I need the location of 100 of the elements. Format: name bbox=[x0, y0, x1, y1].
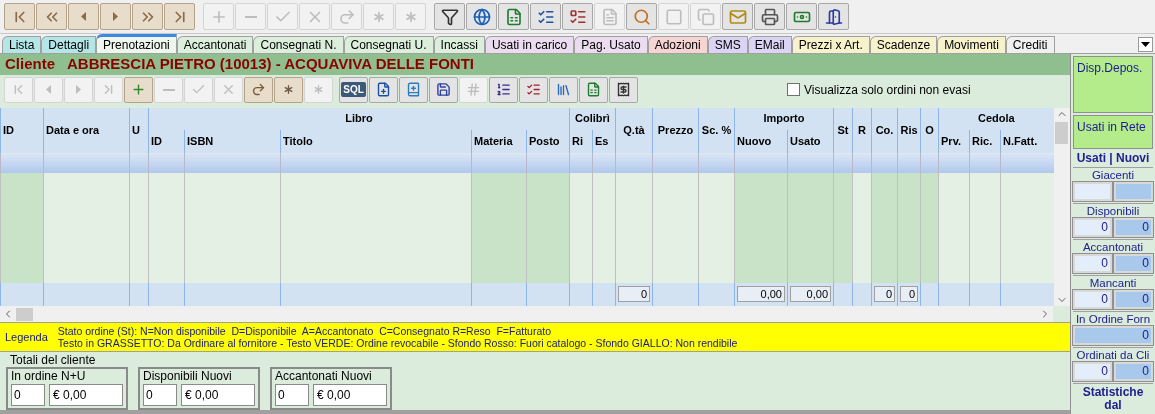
sql-button[interactable]: SQL bbox=[339, 76, 368, 103]
tab[interactable]: Incassi bbox=[433, 36, 485, 53]
column-header: Prv. bbox=[938, 129, 970, 153]
file-plus-icon bbox=[376, 82, 391, 98]
stat-field: 0 bbox=[1073, 362, 1112, 381]
rewind-button[interactable] bbox=[36, 3, 67, 30]
tab[interactable]: SMS bbox=[707, 36, 748, 53]
table-cell bbox=[938, 152, 970, 173]
stat-field: 0 bbox=[1114, 290, 1153, 309]
tab[interactable]: Dettagli bbox=[41, 36, 97, 53]
tab[interactable]: Prenotazioni bbox=[96, 34, 177, 53]
tab[interactable]: EMail bbox=[747, 36, 792, 53]
total-field: 0 bbox=[618, 286, 650, 303]
tab[interactable]: Crediti bbox=[1005, 36, 1055, 53]
new-button[interactable] bbox=[274, 76, 303, 103]
tab[interactable]: Adozioni bbox=[647, 36, 708, 53]
table-cell bbox=[1000, 152, 1054, 173]
column-group-header: Colibrì bbox=[569, 107, 616, 130]
tab[interactable]: Accantonati bbox=[176, 36, 254, 53]
books-button[interactable] bbox=[549, 76, 578, 103]
stat-field: 0 bbox=[1073, 218, 1112, 237]
total-field: 0 bbox=[874, 286, 895, 303]
exit-button[interactable] bbox=[818, 3, 849, 30]
mail-button[interactable] bbox=[722, 3, 753, 30]
pages-icon bbox=[696, 7, 715, 26]
new-document-button[interactable] bbox=[369, 76, 398, 103]
previous-button[interactable] bbox=[68, 3, 99, 30]
quantity-field[interactable]: 0 bbox=[143, 384, 177, 407]
column-header: Materia bbox=[471, 129, 527, 153]
column-header: Posto bbox=[526, 129, 570, 153]
globe-icon bbox=[472, 7, 491, 26]
stat-label: Giacenti bbox=[1090, 168, 1136, 182]
checkbox[interactable] bbox=[787, 83, 800, 97]
checkbox-label: Visualizza solo ordini non evasi bbox=[804, 81, 971, 99]
column-group-header: Importo bbox=[734, 107, 834, 130]
column-header: Ric. bbox=[969, 129, 1001, 153]
quantity-field[interactable]: 0 bbox=[11, 384, 45, 407]
group-label: In ordine N+U bbox=[11, 369, 87, 385]
tab[interactable]: Lista bbox=[2, 36, 42, 53]
checklist-icon bbox=[568, 7, 587, 26]
tab[interactable]: Consegnati U. bbox=[343, 36, 434, 53]
door-icon bbox=[824, 7, 843, 26]
last-button[interactable] bbox=[164, 3, 195, 30]
stat-field: 0 bbox=[1114, 362, 1153, 381]
column-header: O bbox=[920, 107, 939, 153]
tab[interactable]: Usati in carico bbox=[484, 36, 575, 53]
table-cell bbox=[569, 152, 593, 173]
stat-field: 0 bbox=[1073, 326, 1153, 345]
report-check-button[interactable] bbox=[519, 76, 548, 103]
redo-icon bbox=[337, 7, 356, 26]
column-header: R bbox=[852, 107, 872, 153]
customer-label: Cliente bbox=[5, 54, 55, 75]
forward-button[interactable] bbox=[132, 3, 163, 30]
filter-button[interactable] bbox=[434, 3, 465, 30]
checklist-icon bbox=[526, 82, 541, 98]
amount-field[interactable]: € 0,00 bbox=[49, 384, 123, 407]
tab[interactable]: Movimenti bbox=[937, 36, 1006, 53]
stat-label: Disponibili bbox=[1085, 204, 1141, 218]
spreadsheet-icon bbox=[586, 82, 601, 98]
side-panel-button[interactable]: Disp.Depos. bbox=[1073, 56, 1153, 113]
legend-label: Legenda bbox=[5, 330, 48, 345]
total-field: 0,00 bbox=[737, 286, 785, 303]
excel-button[interactable] bbox=[579, 76, 608, 103]
tab[interactable]: Consegnati N. bbox=[253, 36, 344, 53]
report-button[interactable] bbox=[489, 76, 518, 103]
add-books-button[interactable] bbox=[399, 76, 428, 103]
scrollbar-thumb[interactable] bbox=[1055, 121, 1069, 144]
first-button[interactable] bbox=[4, 3, 35, 30]
next-button[interactable] bbox=[100, 3, 131, 30]
invoice-button[interactable] bbox=[609, 76, 638, 103]
side-panel-button[interactable]: Usati in Rete bbox=[1073, 114, 1153, 149]
tabs-dropdown-button[interactable] bbox=[1138, 37, 1153, 52]
column-header: Ris bbox=[897, 107, 921, 153]
payment-button[interactable] bbox=[786, 3, 817, 30]
stat-label: Ordinati da Cli bbox=[1075, 348, 1151, 362]
web-button[interactable] bbox=[466, 3, 497, 30]
tab[interactable]: Scadenze bbox=[869, 36, 938, 53]
table-cell bbox=[471, 152, 527, 173]
quantity-field[interactable]: 0 bbox=[275, 384, 309, 407]
amount-field[interactable]: € 0,00 bbox=[313, 384, 387, 407]
search-icon bbox=[632, 7, 651, 26]
right-triangle-icon bbox=[76, 85, 81, 95]
print-button[interactable] bbox=[754, 3, 785, 30]
excel-button[interactable] bbox=[498, 3, 529, 30]
scrollbar-thumb[interactable] bbox=[16, 307, 33, 321]
refresh-button[interactable] bbox=[244, 76, 273, 103]
tab[interactable]: Prezzi x Art. bbox=[791, 36, 870, 53]
add-button[interactable] bbox=[124, 76, 153, 103]
table-cell bbox=[592, 152, 616, 173]
save-button[interactable] bbox=[429, 76, 458, 103]
search-button[interactable] bbox=[626, 3, 657, 30]
tab[interactable]: Pag. Usato bbox=[574, 36, 648, 53]
totals-title: Totali del cliente bbox=[9, 352, 97, 368]
column-group-header: Cedola bbox=[938, 107, 1054, 130]
column-header: U bbox=[129, 107, 149, 153]
table-cell bbox=[148, 152, 185, 173]
column-header: ID bbox=[0, 107, 44, 153]
table-cell bbox=[871, 152, 898, 173]
right-triangle-icon bbox=[113, 12, 118, 21]
amount-field[interactable]: € 0,00 bbox=[181, 384, 255, 407]
